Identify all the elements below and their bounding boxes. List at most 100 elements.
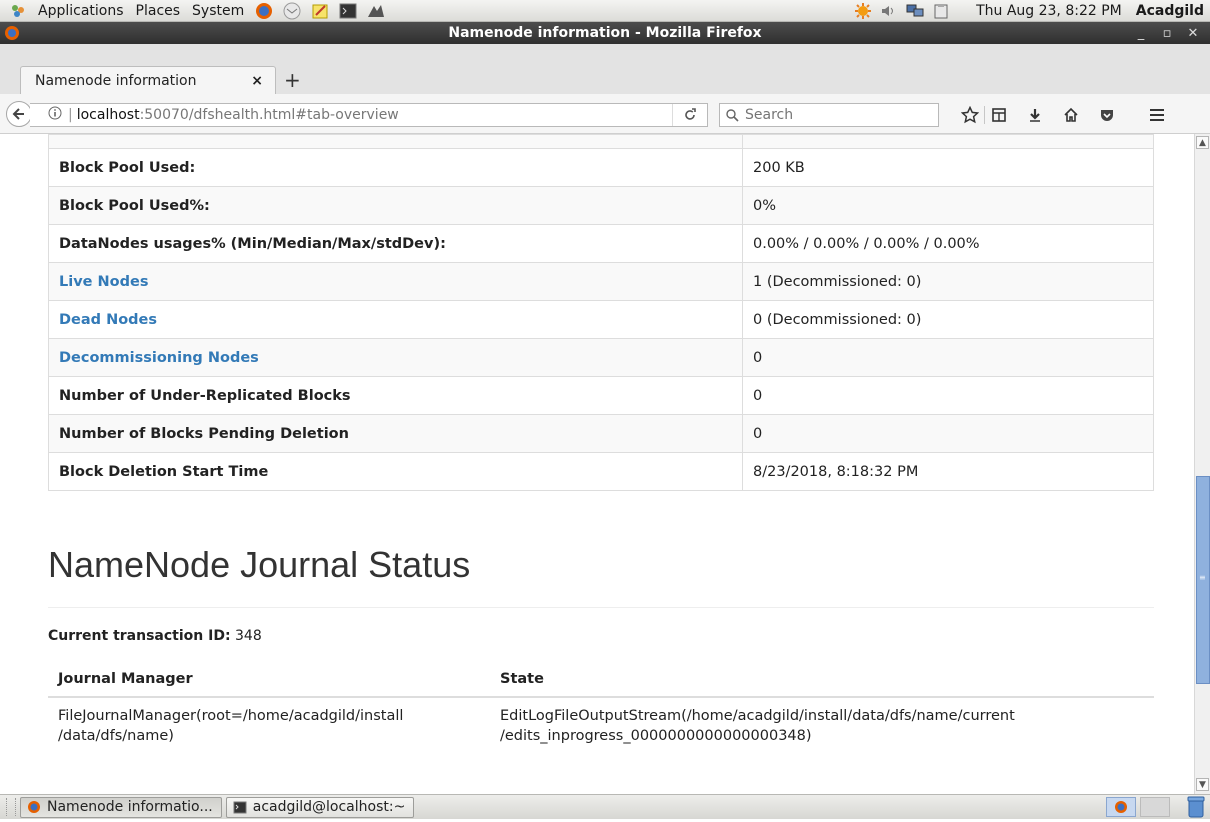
taskbar-item-terminal[interactable]: acadgild@localhost:~ xyxy=(225,796,415,818)
pocket-icon[interactable] xyxy=(1089,103,1125,127)
row-value: 0.00% / 0.00% / 0.00% / 0.00% xyxy=(742,224,1154,263)
table-row: Number of Blocks Pending Deletion 0 xyxy=(48,414,1154,453)
back-button[interactable] xyxy=(6,101,32,127)
table-cell xyxy=(742,134,1154,149)
taskbar-handle xyxy=(6,798,16,816)
row-value: 0 (Decommissioned: 0) xyxy=(742,300,1154,339)
screenshot-launcher-icon[interactable] xyxy=(366,2,386,20)
workspace-2-icon[interactable] xyxy=(1140,797,1170,817)
journal-status-heading: NameNode Journal Status xyxy=(48,544,471,585)
new-tab-icon[interactable]: + xyxy=(284,69,301,91)
taskbar-item-label: Namenode informatio... xyxy=(47,799,213,815)
tab-namenode-information[interactable]: Namenode information × xyxy=(20,66,276,95)
home-icon[interactable] xyxy=(1053,103,1089,127)
search-icon xyxy=(726,108,739,122)
url-separator: | xyxy=(68,107,73,123)
search-input[interactable] xyxy=(743,106,927,124)
decommissioning-nodes-link[interactable]: Decommissioning Nodes xyxy=(59,350,259,366)
search-bar[interactable] xyxy=(719,103,939,127)
site-info-icon[interactable] xyxy=(48,106,64,124)
journal-header-row: Journal Manager State xyxy=(48,662,1154,698)
menu-places[interactable]: Places xyxy=(130,0,187,22)
mail-launcher-icon[interactable] xyxy=(282,2,302,20)
table-row xyxy=(48,134,1154,149)
notes-launcher-icon[interactable] xyxy=(310,2,330,20)
taskbar-item-firefox[interactable]: Namenode informatio... xyxy=(20,796,222,818)
downloads-icon[interactable] xyxy=(1017,103,1053,127)
window-titlebar: Namenode information - Mozilla Firefox _… xyxy=(0,22,1210,44)
network-icon[interactable] xyxy=(905,2,925,20)
table-row: DataNodes usages% (Min/Median/Max/stdDev… xyxy=(48,224,1154,263)
panel-clock[interactable]: Thu Aug 23, 8:22 PM xyxy=(976,3,1122,19)
table-cell: Dead Nodes xyxy=(48,300,743,339)
dead-nodes-link[interactable]: Dead Nodes xyxy=(59,312,157,328)
window-controls: _ ▫ ✕ xyxy=(1128,22,1206,44)
tab-close-icon[interactable]: × xyxy=(249,73,265,89)
reading-list-icon[interactable] xyxy=(981,103,1017,127)
table-row: Dead Nodes 0 (Decommissioned: 0) xyxy=(48,300,1154,339)
table-cell: Live Nodes xyxy=(48,262,743,301)
scrollbar-thumb[interactable]: ≡ xyxy=(1196,476,1210,684)
row-value: 0% xyxy=(742,186,1154,225)
txid-label: Current transaction ID: xyxy=(48,628,231,644)
vertical-scrollbar[interactable]: ▲ ≡ ▼ xyxy=(1194,134,1210,794)
navigation-toolbar: | localhost:50070/dfshealth.html#tab-ove… xyxy=(0,94,1210,134)
row-value: 8/23/2018, 8:18:32 PM xyxy=(742,452,1154,491)
row-key: Block Pool Used%: xyxy=(48,186,743,225)
menu-applications[interactable]: Applications xyxy=(32,0,130,22)
gnome-top-panel: Applications Places System Thu Aug 23, 8… xyxy=(0,0,1210,22)
journal-state-line: EditLogFileOutputStream(/home/acadgild/i… xyxy=(500,708,1015,724)
journal-table: Journal Manager State FileJournalManager… xyxy=(48,662,1154,754)
column-header-journal-manager: Journal Manager xyxy=(48,662,490,698)
minimize-icon[interactable]: _ xyxy=(1128,26,1154,41)
row-key: Number of Blocks Pending Deletion xyxy=(48,414,743,453)
table-cell: Decommissioning Nodes xyxy=(48,338,743,377)
live-nodes-link[interactable]: Live Nodes xyxy=(59,274,149,290)
table-row: FileJournalManager(root=/home/acadgild/i… xyxy=(48,696,1154,754)
menu-system[interactable]: System xyxy=(186,0,250,22)
firefox-icon xyxy=(27,800,41,814)
workspace-1-icon[interactable] xyxy=(1106,797,1136,817)
maximize-icon[interactable]: ▫ xyxy=(1154,26,1180,41)
tab-strip: Namenode information × + xyxy=(0,44,1210,95)
firefox-launcher-icon[interactable] xyxy=(254,2,274,20)
scroll-up-icon[interactable]: ▲ xyxy=(1196,136,1209,149)
terminal-launcher-icon[interactable] xyxy=(338,2,358,20)
panel-user[interactable]: Acadgild xyxy=(1136,3,1204,19)
current-transaction-id: Current transaction ID: 348 xyxy=(48,628,262,644)
close-window-icon[interactable]: ✕ xyxy=(1180,26,1206,41)
panel-menu-bar: Applications Places System xyxy=(0,0,390,22)
reload-icon[interactable] xyxy=(672,104,707,126)
page-viewport: Block Pool Used: 200 KB Block Pool Used%… xyxy=(0,134,1194,794)
url-bar[interactable]: | localhost:50070/dfshealth.html#tab-ove… xyxy=(30,103,708,127)
hamburger-menu-icon[interactable] xyxy=(1139,103,1175,127)
table-cell xyxy=(48,134,743,149)
firefox-window-icon[interactable] xyxy=(4,25,20,45)
row-key: Number of Under-Replicated Blocks xyxy=(48,376,743,415)
overview-summary-table: Block Pool Used: 200 KB Block Pool Used%… xyxy=(48,134,1154,491)
row-value: 0 xyxy=(742,414,1154,453)
row-value: 1 (Decommissioned: 0) xyxy=(742,262,1154,301)
row-key: DataNodes usages% (Min/Median/Max/stdDev… xyxy=(48,224,743,263)
url-path: :50070/dfshealth.html#tab-overview xyxy=(139,107,399,123)
scroll-down-icon[interactable]: ▼ xyxy=(1196,778,1209,791)
row-value: 0 xyxy=(742,376,1154,415)
update-notifier-icon[interactable] xyxy=(853,2,873,20)
volume-icon[interactable] xyxy=(879,2,899,20)
journal-state-cell: EditLogFileOutputStream(/home/acadgild/i… xyxy=(490,696,1154,754)
panel-tray: Thu Aug 23, 8:22 PM Acadgild xyxy=(850,0,1210,22)
back-arrow-icon xyxy=(12,108,24,120)
clipboard-icon[interactable] xyxy=(931,2,951,20)
journal-manager-cell: FileJournalManager(root=/home/acadgild/i… xyxy=(48,696,490,754)
table-row: Block Pool Used: 200 KB xyxy=(48,148,1154,187)
trash-icon[interactable] xyxy=(1186,796,1206,822)
row-value: 200 KB xyxy=(742,148,1154,187)
column-header-state: State xyxy=(490,662,1154,698)
section-divider xyxy=(48,607,1154,608)
row-key: Block Deletion Start Time xyxy=(48,452,743,491)
terminal-icon xyxy=(233,801,247,814)
journal-manager-line: FileJournalManager(root=/home/acadgild/i… xyxy=(58,708,404,724)
table-row: Block Pool Used%: 0% xyxy=(48,186,1154,225)
toolbar-icons xyxy=(952,103,1175,127)
tab-label: Namenode information xyxy=(35,73,197,89)
